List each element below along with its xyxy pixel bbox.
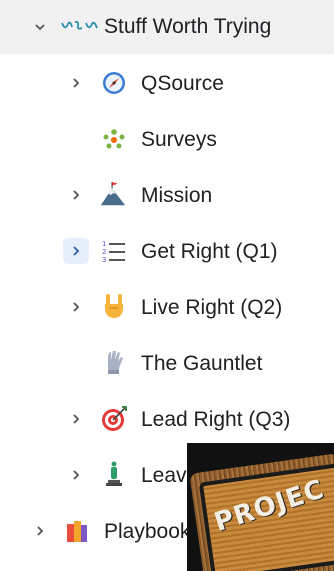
people-group-icon bbox=[100, 125, 128, 153]
ink-glyph-icon bbox=[60, 13, 100, 41]
gauntlet-glove-icon bbox=[100, 348, 128, 376]
chevron-right-icon[interactable] bbox=[66, 297, 86, 317]
chevron-right-icon[interactable] bbox=[63, 238, 89, 264]
tree-item-label: Playbook bbox=[104, 520, 191, 543]
tree-item-label: Mission bbox=[141, 184, 213, 207]
tree-item-get-right[interactable]: 1 2 3 Get Right (Q1) bbox=[0, 228, 334, 274]
tree-root-row[interactable]: Stuff Worth Trying bbox=[0, 0, 334, 54]
rock-hand-icon bbox=[100, 292, 128, 320]
patch-photo-overlay: PROJEC bbox=[187, 443, 334, 571]
tree-root-label: Stuff Worth Trying bbox=[104, 15, 272, 38]
svg-text:3: 3 bbox=[102, 256, 106, 264]
tree-item-label: Leav bbox=[141, 464, 187, 487]
chevron-right-icon[interactable] bbox=[66, 73, 86, 93]
tree-item-label: Lead Right (Q3) bbox=[141, 408, 291, 431]
chevron-right-icon[interactable] bbox=[66, 185, 86, 205]
tree-item-mission[interactable]: Mission bbox=[0, 172, 334, 218]
tree-item-live-right[interactable]: Live Right (Q2) bbox=[0, 284, 334, 330]
tree-item-surveys[interactable]: Surveys bbox=[0, 116, 334, 162]
svg-text:2: 2 bbox=[102, 248, 106, 256]
chevron-right-icon[interactable] bbox=[66, 465, 86, 485]
chevron-right-icon[interactable] bbox=[66, 409, 86, 429]
tree-item-label: Surveys bbox=[141, 128, 217, 151]
svg-text:1: 1 bbox=[102, 240, 106, 248]
chevron-down-icon[interactable] bbox=[30, 17, 50, 37]
tree-item-qsource[interactable]: QSource bbox=[0, 60, 334, 106]
tree-item-label: Live Right (Q2) bbox=[141, 296, 283, 319]
target-icon bbox=[100, 405, 128, 433]
statue-icon bbox=[100, 460, 128, 488]
mountain-flag-icon bbox=[99, 180, 127, 208]
compass-icon bbox=[100, 69, 128, 97]
patch-image: PROJEC bbox=[189, 453, 334, 571]
numbered-list-icon: 1 2 3 bbox=[100, 237, 128, 265]
chevron-right-icon[interactable] bbox=[30, 521, 50, 541]
tree-item-label: The Gauntlet bbox=[141, 352, 263, 375]
tree-item-label: QSource bbox=[141, 72, 224, 95]
tree-item-lead-right[interactable]: Lead Right (Q3) bbox=[0, 396, 334, 442]
tree-item-the-gauntlet[interactable]: The Gauntlet bbox=[0, 340, 334, 386]
books-icon bbox=[63, 517, 91, 545]
tree-item-label: Get Right (Q1) bbox=[141, 240, 278, 263]
